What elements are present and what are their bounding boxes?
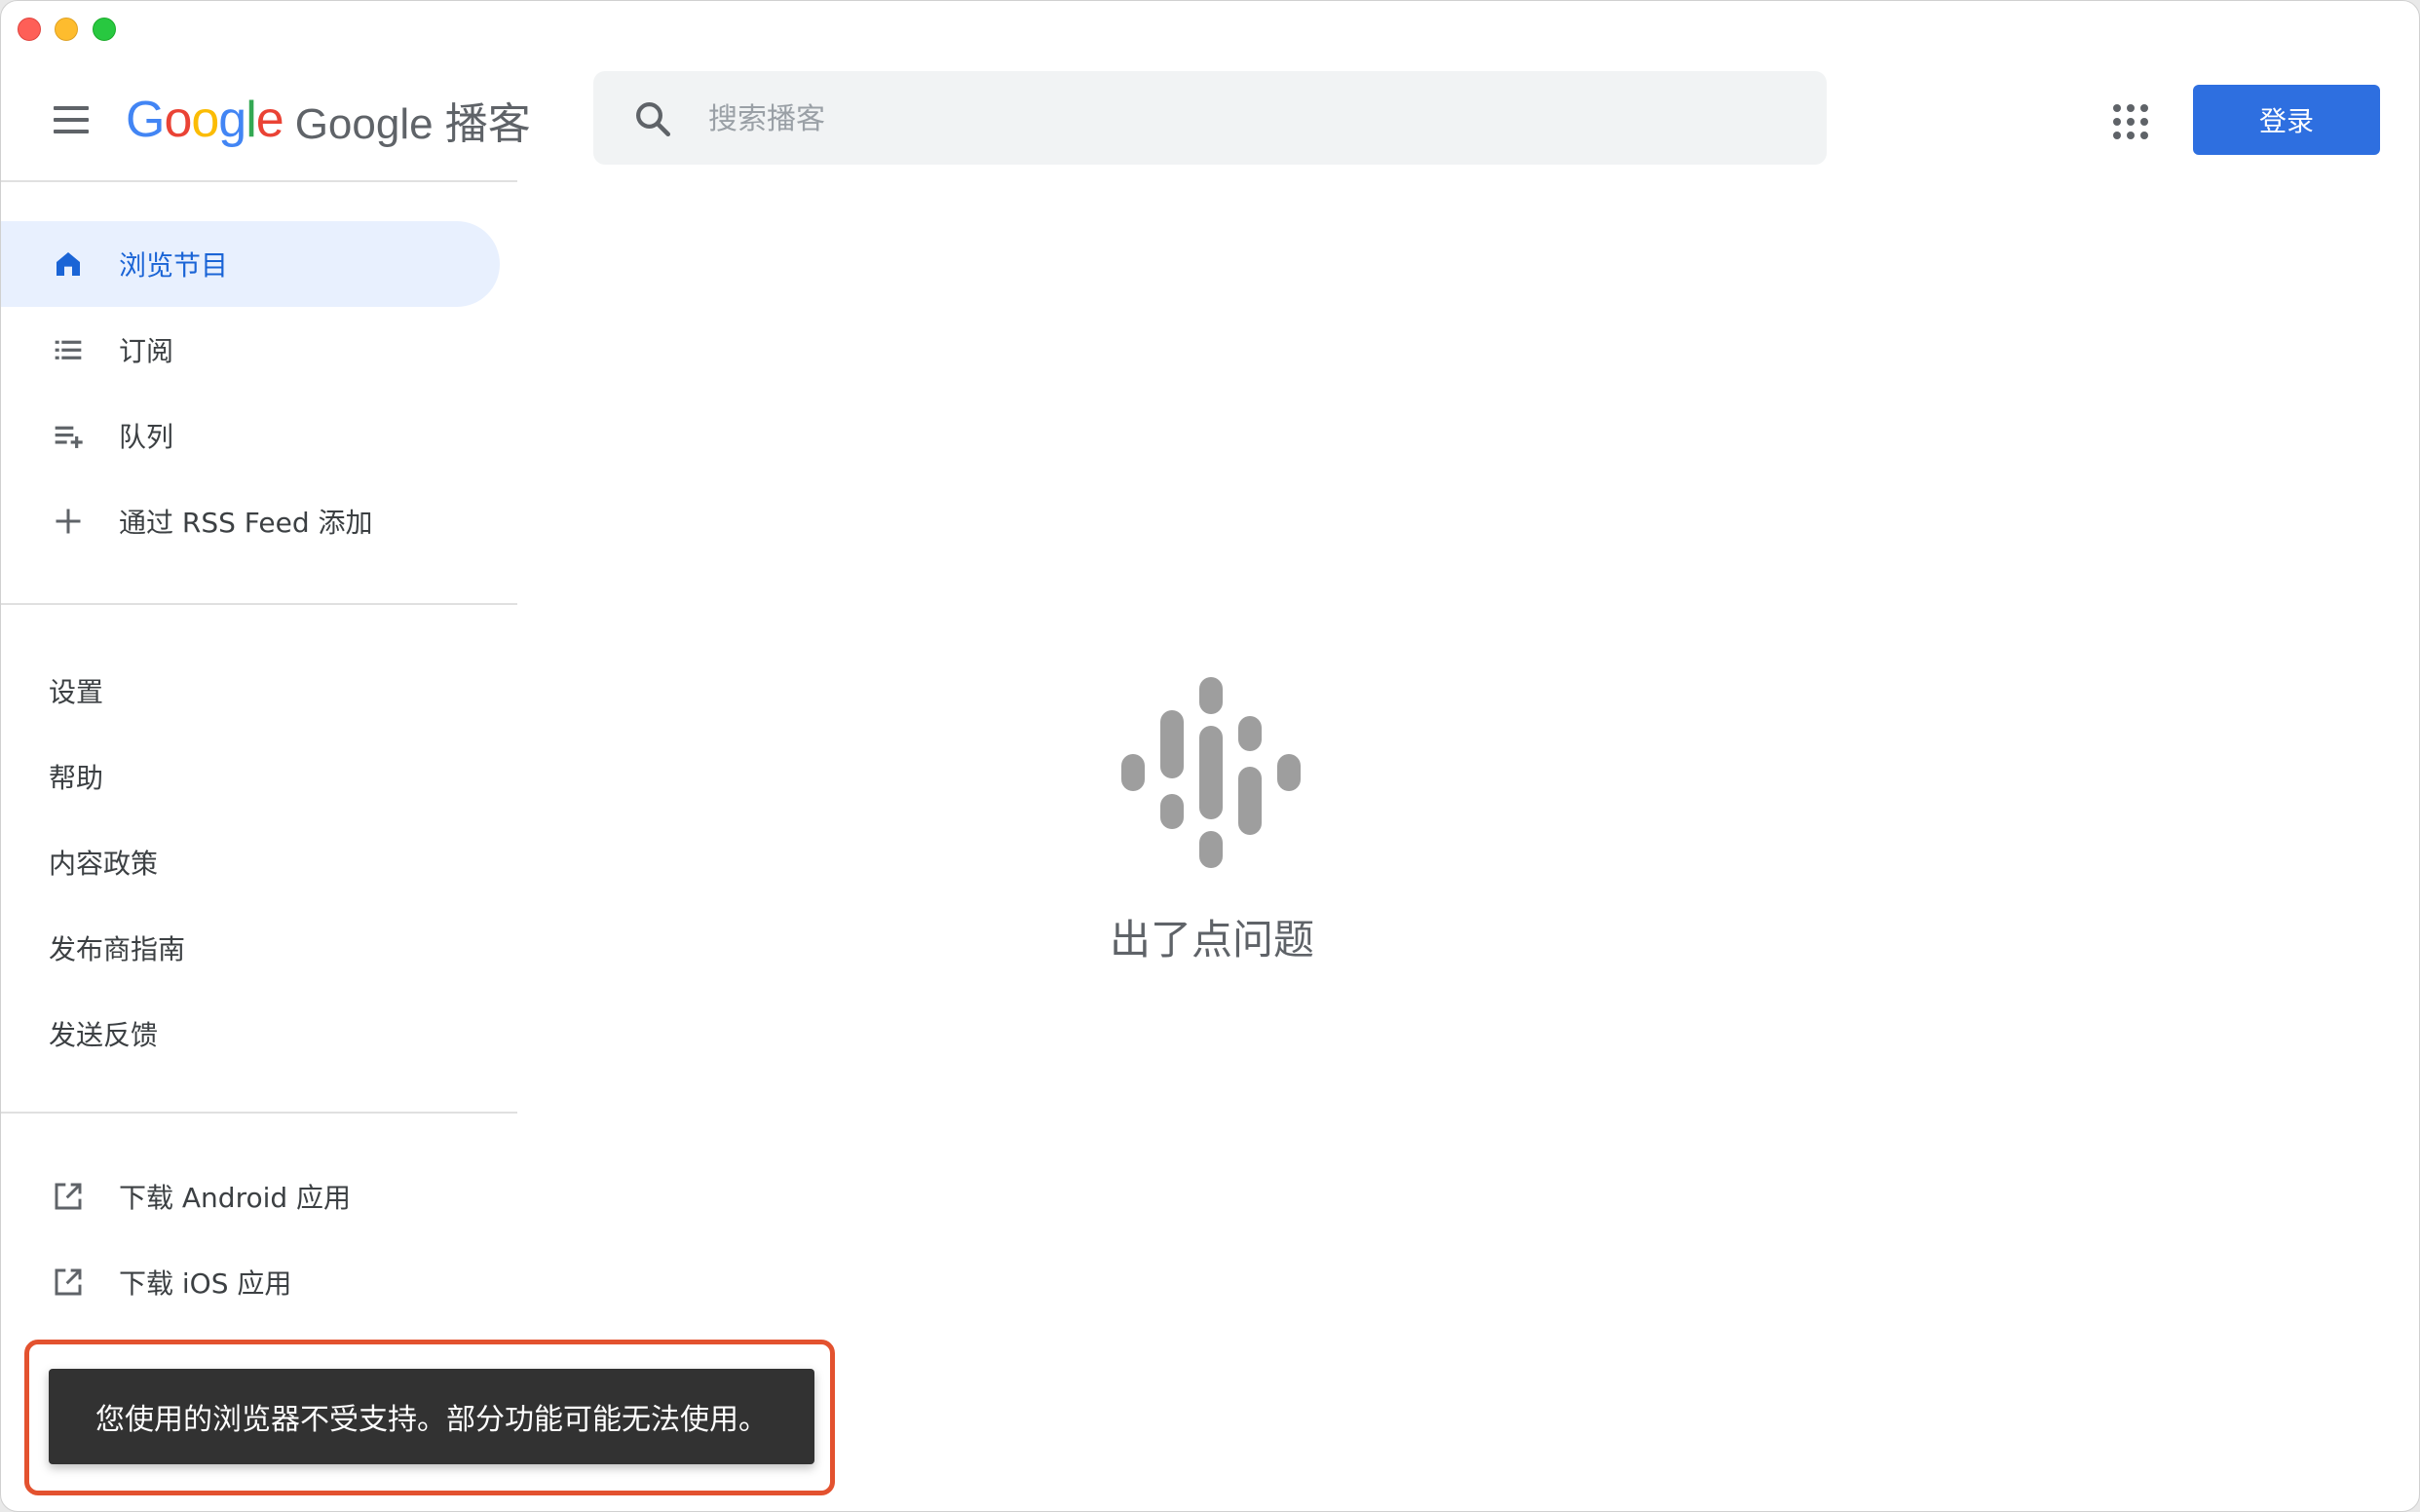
settings-link[interactable]: 设置 (49, 671, 103, 710)
open-in-new-icon (50, 1264, 87, 1301)
logo-letter: g (218, 92, 246, 148)
window-close-button[interactable] (18, 18, 41, 41)
sidebar-item-browse[interactable]: 浏览节目 (1, 221, 500, 307)
sidebar-item-label: 通过 RSS Feed 添加 (119, 507, 373, 539)
search-input[interactable] (706, 91, 1782, 147)
sidebar-divider (1, 603, 517, 605)
download-ios-link[interactable]: 下载 iOS 应用 (1, 1239, 500, 1325)
download-label: 下载 Android 应用 (119, 1182, 352, 1214)
hamburger-icon (54, 106, 89, 110)
hamburger-icon (54, 130, 89, 133)
hamburger-icon (54, 118, 89, 122)
search-bar[interactable] (593, 71, 1827, 165)
open-in-new-icon (50, 1178, 87, 1215)
app-name: Google 播客 (294, 100, 531, 148)
list-icon (50, 331, 87, 368)
google-podcasts-logo[interactable]: Google Google 播客 (126, 91, 531, 149)
sign-in-button[interactable]: 登录 (2193, 85, 2380, 155)
download-android-link[interactable]: 下载 Android 应用 (1, 1153, 500, 1239)
window-maximize-button[interactable] (93, 18, 116, 41)
logo-letter: o (191, 92, 219, 148)
toast-message: 您使用的浏览器不受支持。部分功能可能无法使用。 (95, 1403, 768, 1437)
sidebar-item-add-rss[interactable]: 通过 RSS Feed 添加 (1, 478, 500, 564)
title-bar (1, 1, 2419, 56)
content-policy-link[interactable]: 内容政策 (49, 843, 158, 882)
sidebar-item-queue[interactable]: 队列 (1, 393, 500, 478)
logo-letter: l (246, 92, 257, 148)
logo-letter: G (126, 92, 165, 148)
app-window: Google Google 播客 登录 浏览节目 (0, 0, 2420, 1512)
sidebar-item-subscriptions[interactable]: 订阅 (1, 307, 500, 393)
sidebar-item-label: 订阅 (119, 335, 174, 367)
sidebar-divider (1, 1112, 517, 1114)
unsupported-browser-toast: 您使用的浏览器不受支持。部分功能可能无法使用。 (49, 1369, 814, 1464)
sidebar-divider (1, 180, 517, 182)
home-icon (50, 246, 87, 283)
search-icon[interactable] (632, 98, 673, 139)
error-message: 出了点问题 (1109, 916, 1314, 964)
google-apps-icon[interactable] (2107, 98, 2154, 145)
main-menu-button[interactable] (46, 98, 96, 141)
google-podcasts-icon (1121, 677, 1301, 868)
plus-icon (50, 503, 87, 540)
playlist-add-icon (50, 417, 87, 454)
sidebar-item-label: 浏览节目 (119, 249, 229, 282)
window-minimize-button[interactable] (55, 18, 78, 41)
send-feedback-link[interactable]: 发送反馈 (49, 1014, 158, 1053)
download-label: 下载 iOS 应用 (119, 1267, 292, 1300)
logo-letter: o (164, 92, 192, 148)
publisher-guide-link[interactable]: 发布商指南 (49, 928, 185, 967)
sidebar-item-label: 队列 (119, 421, 174, 453)
help-link[interactable]: 帮助 (49, 757, 103, 796)
logo-letter: e (255, 92, 284, 148)
google-wordmark: Google (126, 91, 284, 149)
